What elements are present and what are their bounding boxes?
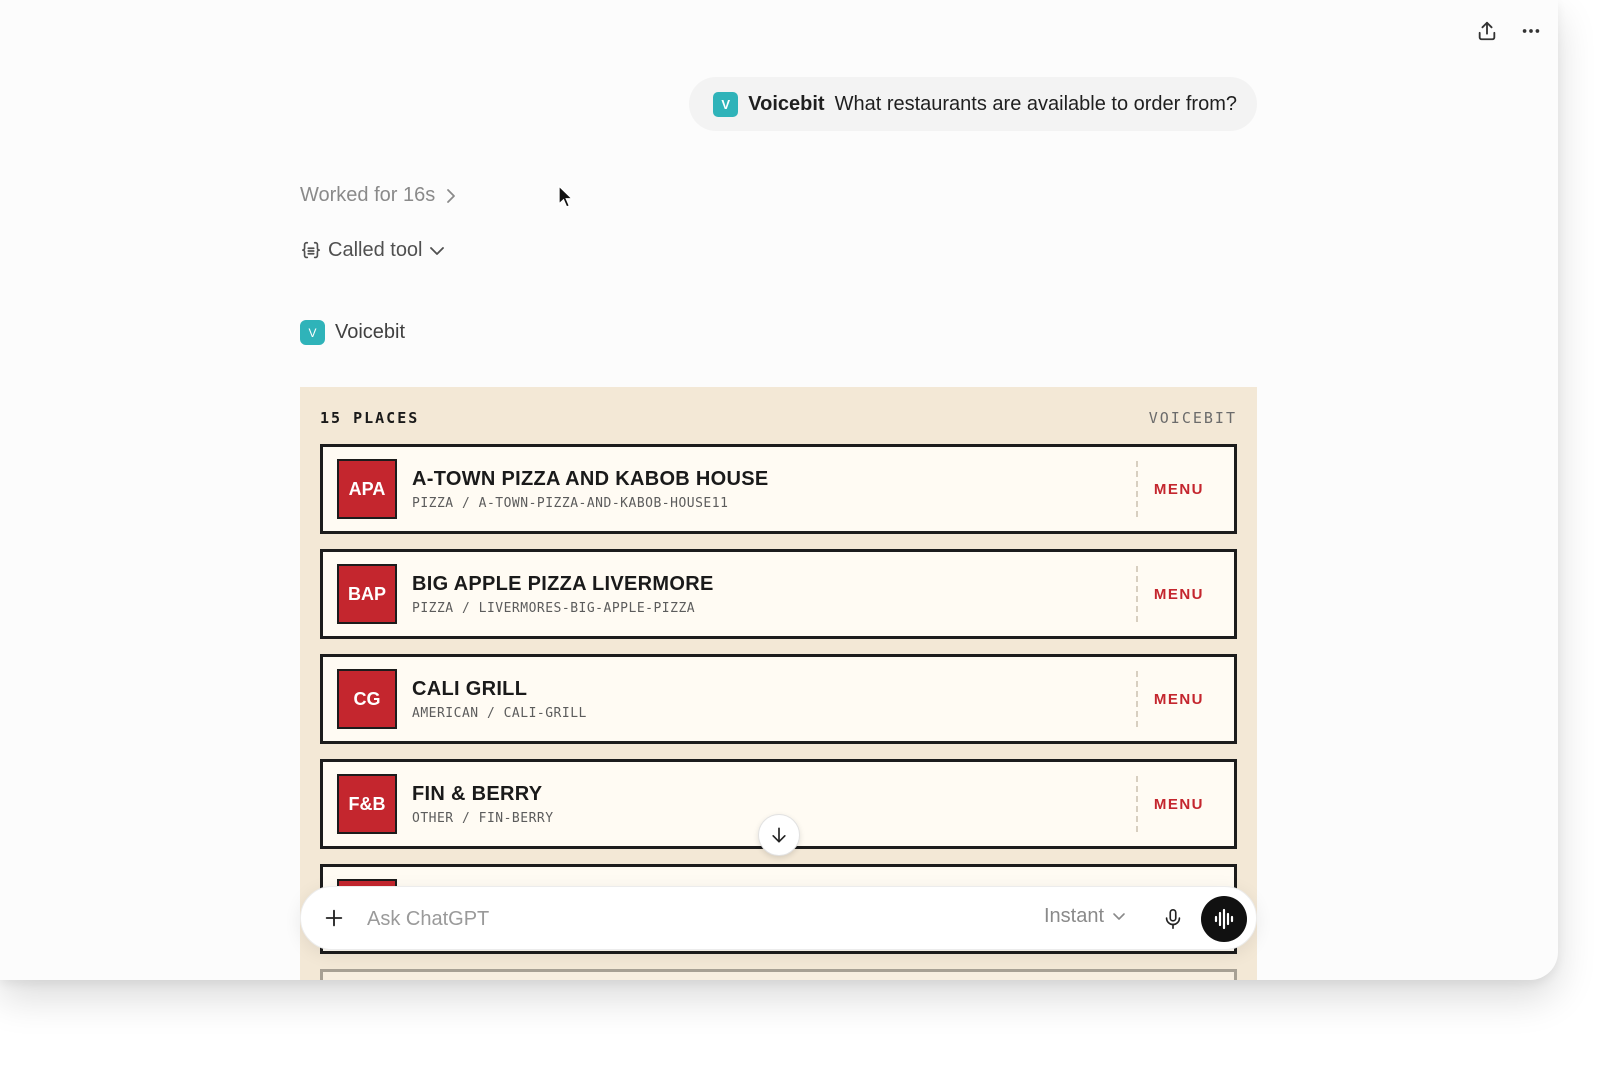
voicebit-app-icon: V [713, 91, 739, 117]
user-message-text: What restaurants are available to order … [834, 92, 1237, 115]
voice-mode-icon [1214, 908, 1234, 930]
user-message-bubble: V Voicebit What restaurants are availabl… [689, 77, 1257, 131]
card-divider [1136, 671, 1138, 727]
menu-button[interactable]: MENU [1154, 447, 1204, 531]
restaurant-monogram: F&B [337, 774, 397, 834]
voicebit-app-icon: V [300, 320, 325, 345]
share-button[interactable] [1472, 16, 1502, 46]
plus-icon [325, 909, 343, 927]
restaurant-name: FIN & BERRY [412, 782, 543, 805]
more-options-button[interactable] [1516, 16, 1546, 46]
scroll-to-bottom-button[interactable] [758, 814, 800, 856]
restaurant-card[interactable]: CG CALI GRILL AMERICAN / CALI-GRILL MENU [320, 654, 1237, 744]
restaurant-card-partial[interactable] [320, 969, 1237, 980]
card-divider [1136, 776, 1138, 832]
restaurant-info: A-TOWN PIZZA AND KABOB HOUSE PIZZA / A-T… [412, 468, 1234, 511]
tool-braces-icon [301, 241, 321, 258]
attach-button[interactable] [319, 903, 349, 933]
restaurant-subtitle: PIZZA / A-TOWN-PIZZA-AND-KABOB-HOUSE11 [412, 495, 729, 511]
restaurant-name: BIG APPLE PIZZA LIVERMORE [412, 572, 714, 595]
message-composer: Instant [300, 886, 1257, 950]
card-divider [1136, 566, 1138, 622]
widget-brand: VOICEBIT [1148, 409, 1237, 427]
restaurant-subtitle: OTHER / FIN-BERRY [412, 810, 554, 826]
voice-mode-button[interactable] [1201, 896, 1247, 942]
widget-header: 15 PLACES VOICEBIT [320, 409, 1237, 427]
dictate-button[interactable] [1158, 904, 1188, 934]
called-tool-toggle[interactable]: Called tool [300, 239, 445, 262]
restaurant-info: FIN & BERRY OTHER / FIN-BERRY [412, 783, 1234, 826]
restaurant-monogram: APA [337, 459, 397, 519]
arrow-down-icon [772, 827, 786, 843]
restaurant-info: BIG APPLE PIZZA LIVERMORE PIZZA / LIVERM… [412, 573, 1234, 616]
model-label: Instant [1044, 905, 1105, 927]
places-count: 15 PLACES [320, 409, 420, 427]
worked-for-label: Worked for 16s [300, 184, 436, 206]
more-icon [1522, 29, 1540, 33]
restaurant-monogram: CG [337, 669, 397, 729]
restaurant-monogram: BAP [337, 564, 397, 624]
menu-button[interactable]: MENU [1154, 657, 1204, 741]
assistant-app-header: V Voicebit [300, 320, 405, 345]
restaurant-info: CALI GRILL AMERICAN / CALI-GRILL [412, 678, 1234, 721]
restaurant-name: CALI GRILL [412, 677, 528, 700]
chat-window: V Voicebit What restaurants are availabl… [0, 0, 1558, 980]
called-tool-label: Called tool [328, 239, 423, 261]
menu-button[interactable]: MENU [1154, 552, 1204, 636]
chevron-down-icon [1113, 912, 1125, 920]
top-toolbar [1472, 16, 1546, 46]
restaurant-card[interactable]: BAP BIG APPLE PIZZA LIVERMORE PIZZA / LI… [320, 549, 1237, 639]
restaurant-subtitle: PIZZA / LIVERMORES-BIG-APPLE-PIZZA [412, 600, 696, 616]
chevron-right-icon [447, 188, 456, 203]
mic-icon [1165, 909, 1181, 929]
card-divider [1136, 461, 1138, 517]
model-selector[interactable]: Instant [1044, 905, 1126, 928]
app-mention[interactable]: Voicebit [748, 93, 824, 116]
worked-for-toggle[interactable]: Worked for 16s [300, 184, 457, 207]
assistant-app-name: Voicebit [335, 321, 406, 343]
restaurant-card[interactable]: APA A-TOWN PIZZA AND KABOB HOUSE PIZZA /… [320, 444, 1237, 534]
share-icon [1478, 21, 1496, 41]
mouse-cursor-icon [558, 185, 574, 208]
prompt-input[interactable] [365, 901, 969, 937]
chevron-down-icon [429, 246, 444, 255]
restaurant-name: A-TOWN PIZZA AND KABOB HOUSE [412, 467, 769, 490]
menu-button[interactable]: MENU [1154, 762, 1204, 846]
restaurant-subtitle: AMERICAN / CALI-GRILL [412, 705, 587, 721]
